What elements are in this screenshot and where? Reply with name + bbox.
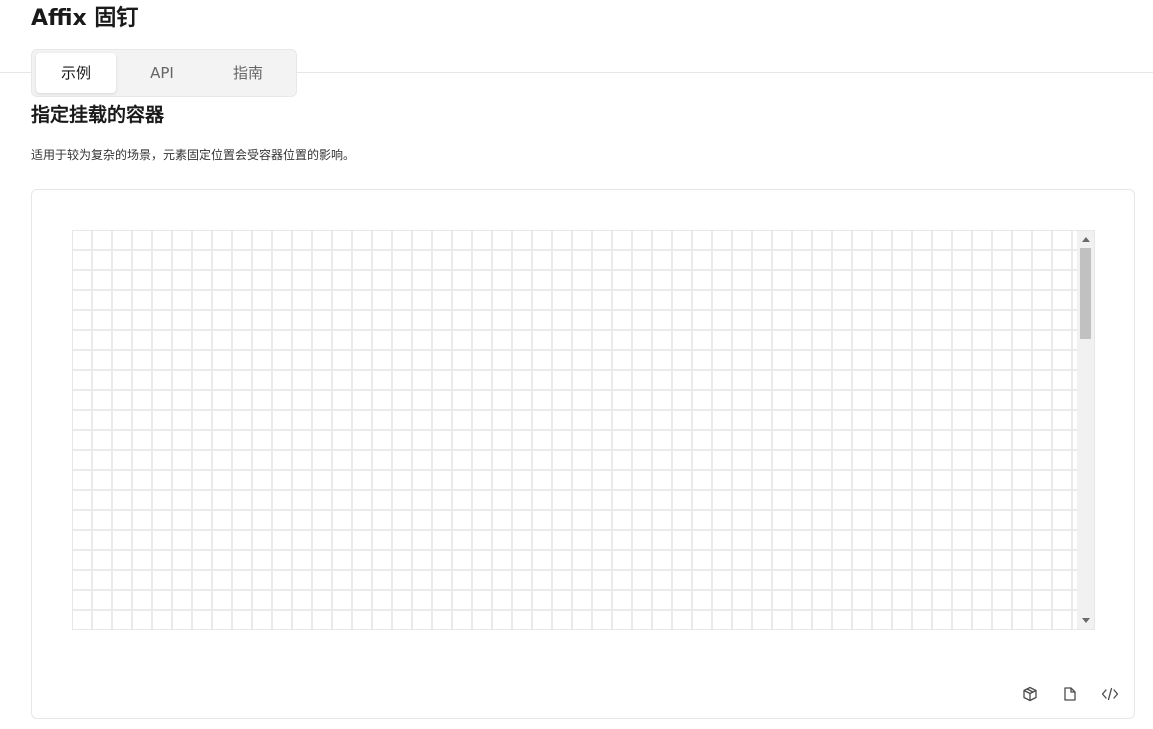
scroll-down-arrow[interactable] (1077, 612, 1094, 629)
copy-icon (1064, 687, 1076, 701)
open-sandbox-button[interactable] (1020, 684, 1040, 704)
scroll-up-arrow[interactable] (1077, 231, 1094, 248)
copy-code-button[interactable] (1060, 684, 1080, 704)
vertical-scrollbar[interactable] (1077, 231, 1094, 629)
sandbox-cube-icon (1023, 686, 1037, 702)
demo-actions (1020, 684, 1120, 704)
tab-examples[interactable]: 示例 (36, 53, 116, 93)
affix-scroll-container[interactable] (72, 230, 1095, 630)
grid-background (73, 231, 1077, 629)
tab-guide[interactable]: 指南 (208, 53, 288, 93)
code-icon (1101, 687, 1119, 701)
scrollbar-thumb[interactable] (1080, 248, 1091, 339)
tab-api[interactable]: API (122, 53, 202, 93)
show-code-button[interactable] (1100, 684, 1120, 704)
page-title: Affix 固钉 (31, 6, 139, 31)
section-title: 指定挂载的容器 (31, 104, 165, 126)
section-description: 适用于较为复杂的场景，元素固定位置会受容器位置的影响。 (31, 148, 356, 162)
tab-bar: 示例 API 指南 (31, 49, 297, 97)
demo-card (31, 189, 1135, 719)
triangle-up-icon (1081, 237, 1090, 242)
triangle-down-icon (1081, 618, 1090, 623)
